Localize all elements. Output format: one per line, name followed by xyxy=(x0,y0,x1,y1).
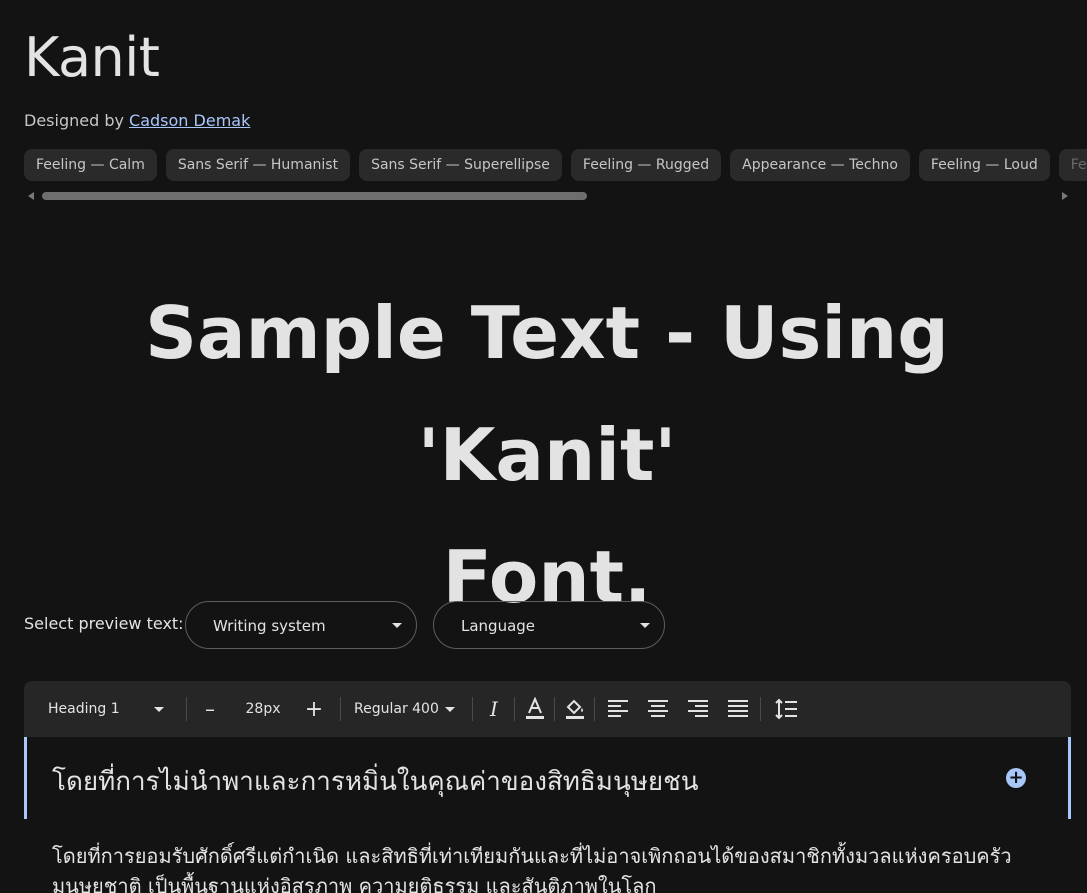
editor-toolbar: Heading 1 – 28px + Regular 400 I xyxy=(24,681,1071,737)
designer-line: Designed by Cadson Demak xyxy=(24,111,250,130)
preview-editor[interactable]: โดยที่การไม่นำพาและการหมิ่นในคุณค่าของสิ… xyxy=(24,737,1071,893)
tag-appearance-techno[interactable]: Appearance — Techno xyxy=(730,149,910,181)
designed-by-label: Designed by xyxy=(24,111,124,130)
align-left-glyph xyxy=(608,700,628,717)
sample-line-1: Sample Text - Using 'Kanit' xyxy=(145,291,949,497)
text-color-icon[interactable] xyxy=(522,681,548,737)
fill-color-glyph xyxy=(566,699,584,719)
chevron-down-icon xyxy=(392,623,402,628)
align-center-icon[interactable] xyxy=(644,681,672,737)
align-right-icon[interactable] xyxy=(684,681,712,737)
toolbar-divider xyxy=(340,697,341,721)
align-left-icon[interactable] xyxy=(604,681,632,737)
writing-system-label: Writing system xyxy=(213,617,326,635)
toolbar-divider xyxy=(594,697,595,721)
chevron-down-icon xyxy=(153,706,164,712)
preview-label: Select preview text: xyxy=(24,614,184,633)
line-height-glyph xyxy=(775,698,797,720)
paragraph-text[interactable]: โดยที่การยอมรับศักดิ์ศรีแต่กำเนิด และสิท… xyxy=(52,841,1052,893)
designer-link[interactable]: Cadson Demak xyxy=(129,111,250,130)
align-justify-icon[interactable] xyxy=(724,681,752,737)
text-color-glyph xyxy=(526,697,544,719)
font-weight-select[interactable]: Regular 400 xyxy=(354,681,458,737)
toolbar-divider xyxy=(554,697,555,721)
align-justify-glyph xyxy=(728,700,748,717)
tag-partial[interactable]: Feel xyxy=(1058,149,1087,181)
decrease-size-button[interactable]: – xyxy=(198,681,222,737)
tag-list: Feeling — Calm Sans Serif — Humanist San… xyxy=(24,149,1087,182)
heading-block[interactable]: โดยที่การไม่นำพาและการหมิ่นในคุณค่าของสิ… xyxy=(24,737,1071,819)
chevron-down-icon xyxy=(640,623,650,628)
tag-feeling-loud[interactable]: Feeling — Loud xyxy=(918,149,1050,181)
tag-feeling-rugged[interactable]: Feeling — Rugged xyxy=(570,149,722,181)
scroll-right-icon[interactable] xyxy=(1062,192,1068,200)
add-circle-icon[interactable]: + xyxy=(1006,768,1026,788)
toolbar-divider xyxy=(186,697,187,721)
sample-text: Sample Text - Using 'Kanit' Font. xyxy=(24,272,1070,638)
scroll-left-icon[interactable] xyxy=(28,192,34,200)
toolbar-divider xyxy=(760,697,761,721)
block-style-select[interactable]: Heading 1 xyxy=(48,681,164,737)
align-right-glyph xyxy=(688,700,708,717)
align-center-glyph xyxy=(648,700,668,717)
language-select[interactable]: Language xyxy=(433,601,665,649)
language-label: Language xyxy=(461,617,536,635)
toolbar-divider xyxy=(514,697,515,721)
line-height-icon[interactable] xyxy=(772,681,800,737)
heading-text[interactable]: โดยที่การไม่นำพาและการหมิ่นในคุณค่าของสิ… xyxy=(52,761,699,802)
fill-color-icon[interactable] xyxy=(562,681,588,737)
increase-size-button[interactable]: + xyxy=(302,681,326,737)
italic-icon[interactable]: I xyxy=(482,681,506,737)
block-style-label: Heading 1 xyxy=(48,701,120,717)
font-size-value[interactable]: 28px xyxy=(238,681,288,737)
tag-scrollbar[interactable] xyxy=(26,190,1070,202)
tag-feeling-calm[interactable]: Feeling — Calm xyxy=(24,149,157,181)
font-title: Kanit xyxy=(24,26,160,89)
chevron-down-icon xyxy=(444,706,455,712)
scroll-thumb[interactable] xyxy=(42,192,587,200)
tag-sans-serif-humanist[interactable]: Sans Serif — Humanist xyxy=(165,149,351,181)
toolbar-divider xyxy=(472,697,473,721)
writing-system-select[interactable]: Writing system xyxy=(185,601,417,649)
font-weight-label: Regular 400 xyxy=(354,701,439,717)
tag-sans-serif-superellipse[interactable]: Sans Serif — Superellipse xyxy=(359,149,562,181)
